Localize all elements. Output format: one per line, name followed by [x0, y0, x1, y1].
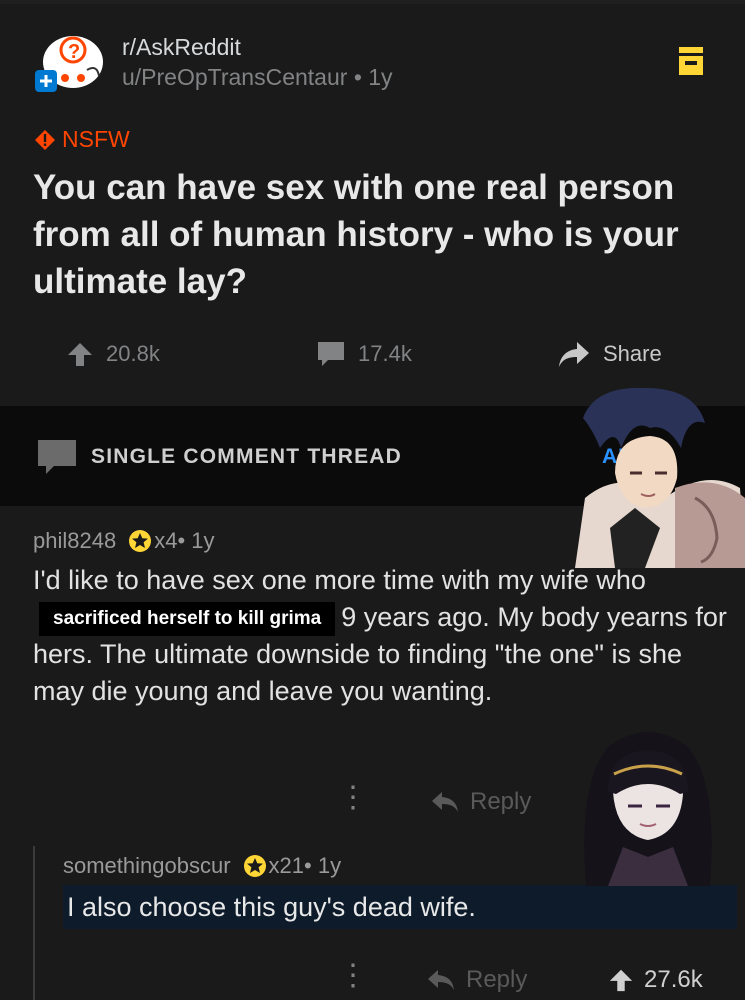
- comment-score[interactable]: 27.6k: [608, 966, 703, 994]
- share-label: Share: [603, 341, 662, 366]
- award-count: x21: [268, 853, 305, 878]
- share-arrow-icon: [559, 342, 589, 367]
- comment-body: I also choose this guy's dead wife.: [63, 885, 737, 929]
- reply-arrow-icon: [432, 792, 458, 812]
- upvote-count: 20.8k: [106, 341, 160, 366]
- award-count: x4: [154, 528, 178, 553]
- award-star-icon: [243, 855, 266, 877]
- nsfw-warning-icon: [35, 129, 55, 150]
- comment-age: 1y: [191, 528, 215, 553]
- redaction-caption: sacrificed herself to kill grima: [39, 602, 336, 636]
- post-meta: u/PreOpTransCentaur • 1y: [122, 64, 393, 91]
- subreddit-name[interactable]: r/AskReddit: [122, 34, 241, 61]
- svg-text:?: ?: [68, 41, 80, 63]
- comment-body: I'd like to have sex one more time with …: [33, 562, 733, 710]
- reply-arrow-icon: [428, 970, 454, 990]
- subreddit-avatar-icon[interactable]: ?: [33, 32, 107, 98]
- comments-button[interactable]: 17.4k: [316, 340, 412, 368]
- comment-age: 1y: [317, 853, 342, 878]
- meta-separator: •: [304, 853, 318, 878]
- award-star-icon: [129, 530, 152, 552]
- reply-label: Reply: [470, 788, 532, 815]
- comment-text-before: I'd like to have sex one more time with …: [33, 565, 646, 595]
- score-value: 27.6k: [644, 966, 703, 993]
- post-title[interactable]: You can have sex with one real person fr…: [33, 164, 693, 305]
- upvote-button[interactable]: 20.8k: [66, 340, 160, 368]
- comment-thread-icon: [38, 440, 76, 474]
- more-options-icon[interactable]: ⋮: [338, 783, 368, 813]
- thread-band-label: SINGLE COMMENT THREAD: [91, 445, 403, 468]
- comment-author[interactable]: somethingobscur: [63, 853, 231, 879]
- comment-count: 17.4k: [358, 341, 412, 366]
- reply-label: Reply: [466, 966, 528, 993]
- more-options-icon[interactable]: ⋮: [338, 961, 368, 991]
- post-age: 1y: [368, 64, 393, 90]
- post-action-bar: 20.8k 17.4k Share: [0, 340, 745, 380]
- meta-separator: •: [177, 528, 192, 553]
- share-button[interactable]: Share: [557, 340, 662, 368]
- nsfw-flair: NSFW: [34, 126, 130, 153]
- reply-button[interactable]: Reply: [430, 788, 531, 816]
- upvote-arrow-icon: [68, 343, 92, 366]
- reply-button[interactable]: Reply: [426, 966, 527, 994]
- meta-separator: •: [353, 64, 369, 90]
- upvote-arrow-icon: [609, 969, 633, 992]
- comment-header: phil8248 x4 • 1y: [33, 528, 215, 554]
- save-icon[interactable]: [678, 46, 704, 76]
- thread-line: [33, 846, 35, 1000]
- nsfw-label: NSFW: [62, 126, 130, 152]
- post-author[interactable]: u/PreOpTransCentaur: [122, 64, 347, 90]
- character-portrait-image: [575, 387, 745, 568]
- comment-author[interactable]: phil8248: [33, 528, 116, 554]
- comment-header: somethingobscur x21 • 1y: [63, 853, 341, 879]
- comment-bubble-icon: [318, 342, 344, 366]
- character-portrait-image: [584, 732, 712, 886]
